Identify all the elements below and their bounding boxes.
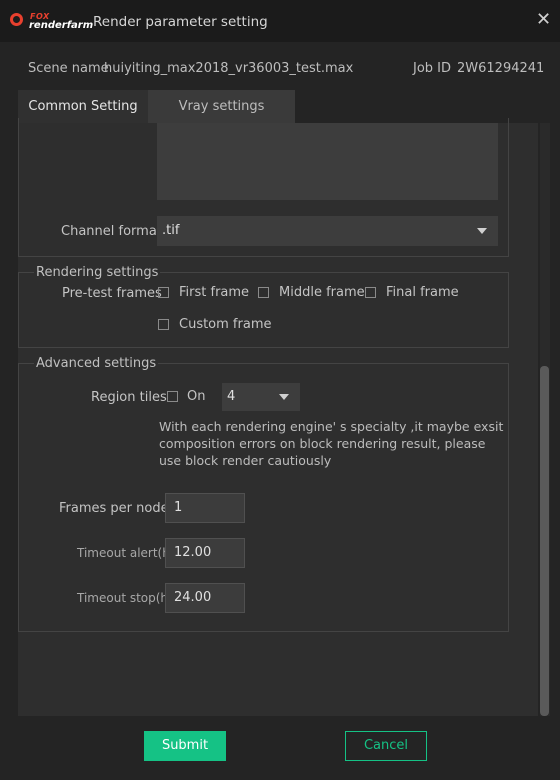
scene-name-value: huiyiting_max2018_vr36003_test.max [104, 61, 354, 76]
timeout-alert-input[interactable]: 12.00 [165, 538, 245, 568]
custom-frame-label: Custom frame [179, 317, 272, 332]
pretest-frames-label: Pre-test frames [62, 286, 162, 301]
middle-frame-label: Middle frame [279, 285, 365, 300]
region-tiles-on-label: On [187, 389, 206, 404]
submit-button[interactable]: Submit [144, 731, 226, 761]
custom-frame-checkbox[interactable] [158, 319, 169, 330]
region-tiles-value: 4 [227, 389, 236, 404]
output-path-textarea[interactable] [157, 123, 498, 200]
timeout-alert-label: Timeout alert(h) [77, 546, 175, 560]
note-line: composition errors on block rendering re… [159, 436, 486, 451]
frames-per-node-label: Frames per node [59, 501, 169, 516]
first-frame-label: First frame [179, 285, 250, 300]
cancel-button[interactable]: Cancel [345, 731, 427, 761]
timeout-stop-label: Timeout stop(h) [77, 591, 173, 605]
logo-renderfarm-text: renderfarm [29, 20, 94, 31]
channel-format-value: .tif [162, 223, 180, 238]
job-id-value: 2W61294241 [457, 61, 545, 76]
middle-frame-checkbox[interactable] [258, 287, 269, 298]
region-tiles-select[interactable]: 4 [222, 383, 300, 411]
region-tiles-label: Region tiles [91, 390, 167, 405]
scrollbar-thumb[interactable] [540, 366, 549, 716]
region-tiles-on-checkbox[interactable] [167, 391, 178, 402]
first-frame-checkbox[interactable] [158, 287, 169, 298]
channel-format-select[interactable]: .tif [157, 216, 498, 246]
rendering-settings-group [18, 272, 509, 348]
logo-ring-icon [10, 13, 23, 26]
channel-format-label: Channel format [61, 224, 162, 239]
note-line: With each rendering engine' s specialty … [159, 419, 504, 434]
rendering-settings-legend: Rendering settings [34, 265, 161, 280]
advanced-settings-legend: Advanced settings [34, 356, 159, 371]
chevron-down-icon [477, 228, 487, 234]
note-line: use block render cautiously [159, 453, 332, 468]
scene-name-label: Scene name [28, 61, 109, 76]
region-tiles-note: With each rendering engine' s specialty … [159, 418, 503, 469]
fox-renderfarm-logo: FOX renderfarm [10, 12, 94, 32]
close-icon[interactable]: ✕ [536, 10, 551, 30]
final-frame-label: Final frame [386, 285, 459, 300]
final-frame-checkbox[interactable] [365, 287, 376, 298]
frames-per-node-input[interactable]: 1 [165, 493, 245, 523]
job-id-label: Job ID [413, 61, 452, 76]
timeout-stop-input[interactable]: 24.00 [165, 583, 245, 613]
chevron-down-icon [279, 394, 289, 400]
window-title: Render parameter setting [93, 14, 268, 30]
